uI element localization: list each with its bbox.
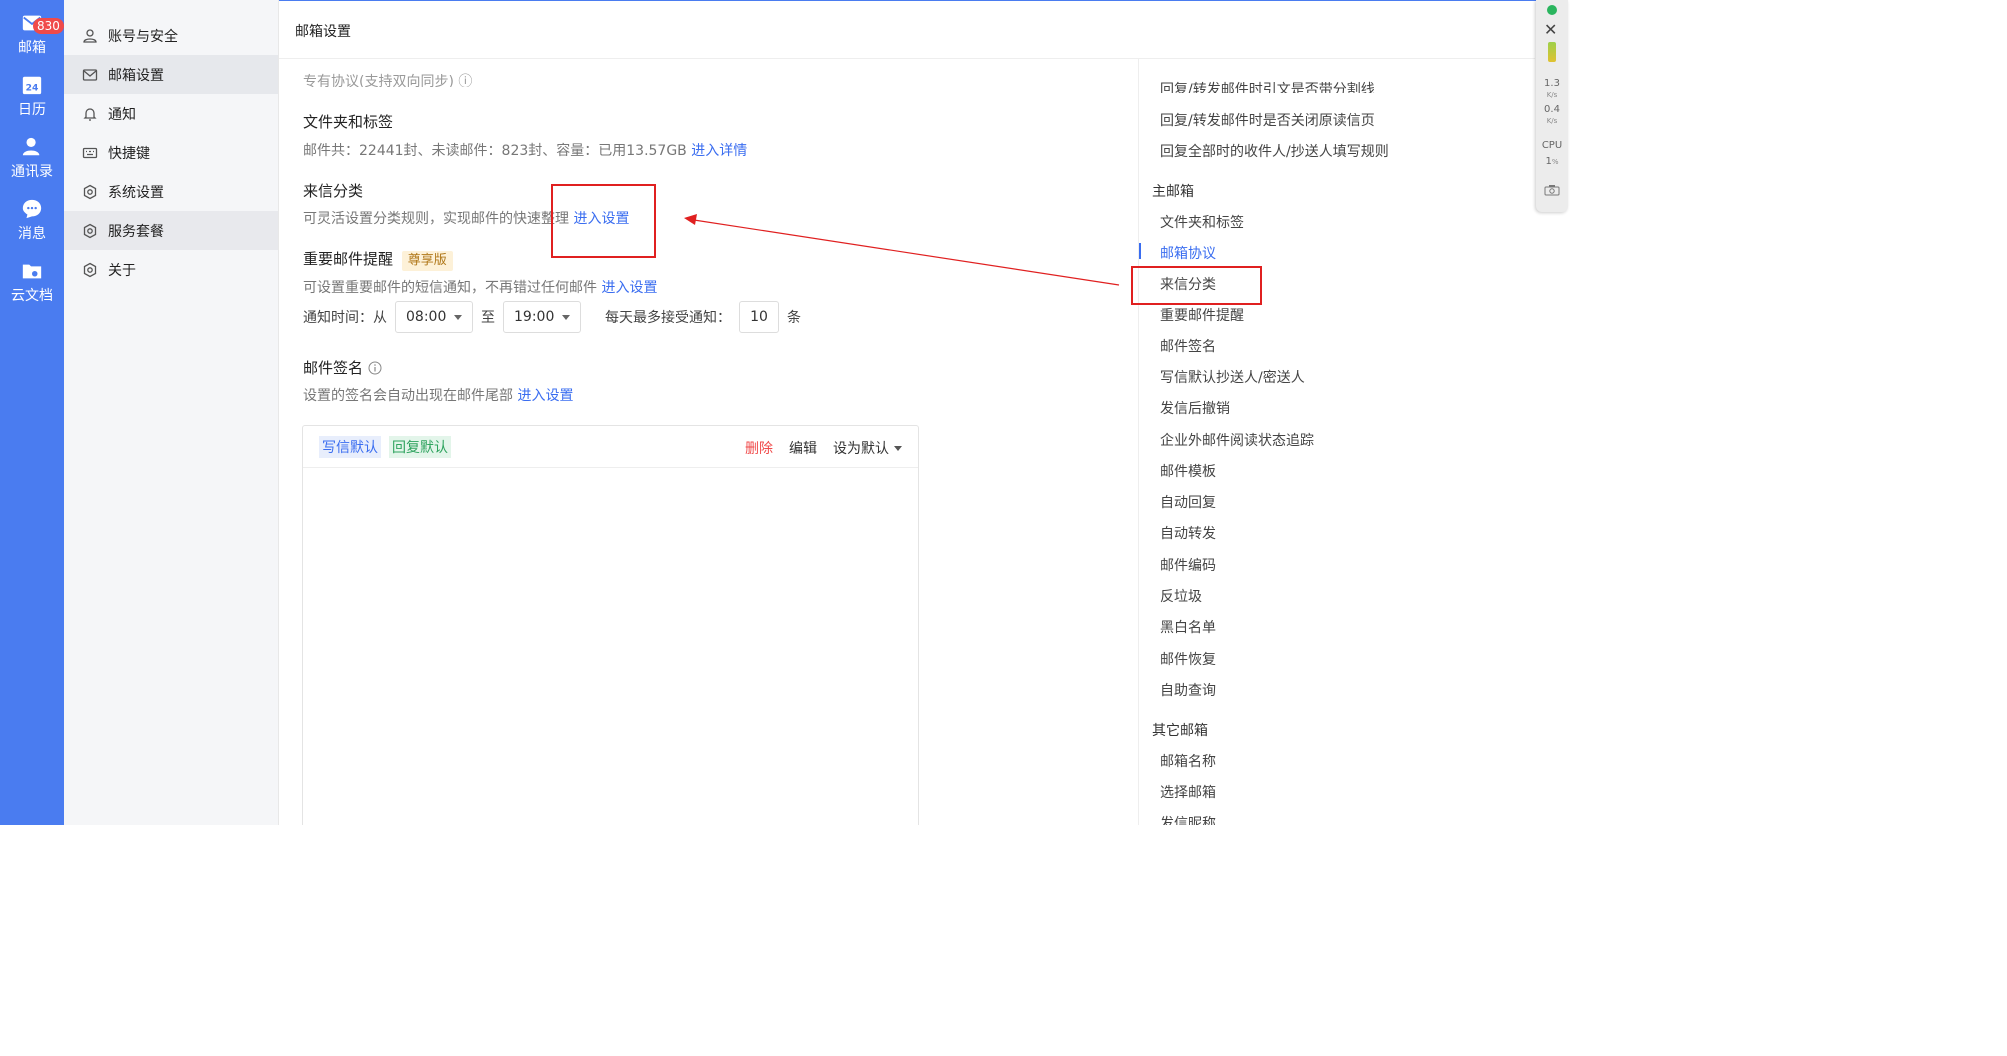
upload-unit: K/s — [1546, 91, 1558, 99]
upload-value: 1.3 — [1544, 78, 1560, 89]
memory-bar — [1548, 42, 1556, 62]
download-speed: 0.4 K/s — [1536, 104, 1568, 126]
system-monitor-widget[interactable]: ✕ 1.3 K/s 0.4 K/s CPU 1% — [1536, 0, 1568, 212]
cpu-unit: % — [1551, 158, 1559, 166]
download-unit: K/s — [1546, 117, 1558, 125]
close-icon[interactable]: ✕ — [1544, 20, 1557, 39]
cpu-label: CPU — [1541, 140, 1563, 151]
status-dot — [1547, 5, 1557, 15]
upload-speed: 1.3 K/s — [1536, 78, 1568, 100]
cpu-usage: 1% — [1536, 156, 1568, 167]
download-value: 0.4 — [1544, 104, 1560, 115]
annotation-arrow — [684, 214, 1120, 286]
arrow-head — [684, 214, 697, 225]
camera-icon[interactable] — [1544, 184, 1560, 196]
